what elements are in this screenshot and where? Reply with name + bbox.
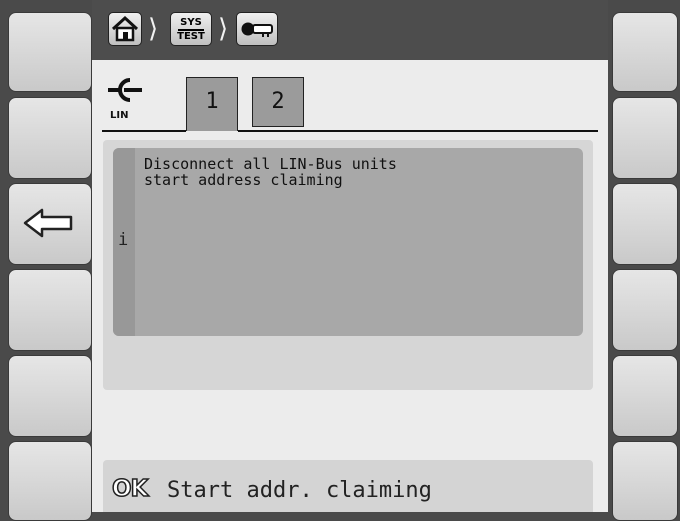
right-softkey-column bbox=[608, 0, 680, 521]
message-box: i Disconnect all LIN-Bus units start add… bbox=[113, 148, 583, 336]
left-softkey-column bbox=[0, 0, 92, 521]
lin-label: LIN bbox=[110, 110, 129, 121]
info-badge: i bbox=[118, 230, 129, 250]
tab-2[interactable]: 2 bbox=[252, 77, 304, 127]
tab-1[interactable]: 1 bbox=[186, 77, 238, 131]
sys-test-icon: SYS TEST bbox=[177, 17, 205, 42]
ok-action-bar[interactable]: OK Start addr. claiming bbox=[103, 460, 593, 512]
softkey-right-6[interactable] bbox=[612, 441, 678, 521]
breadcrumb: ⟩ SYS TEST ⟩ bbox=[92, 0, 608, 60]
breadcrumb-key[interactable] bbox=[236, 12, 278, 46]
softkey-left-1[interactable] bbox=[8, 12, 92, 92]
ok-icon: OK bbox=[111, 475, 149, 503]
arrow-left-icon bbox=[23, 208, 73, 238]
message-text: Disconnect all LIN-Bus units start addre… bbox=[144, 155, 397, 189]
softkey-right-5[interactable] bbox=[612, 355, 678, 437]
softkey-left-2[interactable] bbox=[8, 97, 92, 179]
softkey-left-6[interactable] bbox=[8, 441, 92, 521]
softkey-right-3[interactable] bbox=[612, 183, 678, 265]
breadcrumb-separator: ⟩ bbox=[148, 14, 159, 44]
softkey-right-4[interactable] bbox=[612, 269, 678, 351]
softkey-right-2[interactable] bbox=[612, 97, 678, 179]
lin-connector-icon bbox=[108, 78, 142, 102]
softkey-right-1[interactable] bbox=[612, 12, 678, 92]
breadcrumb-sys-test[interactable]: SYS TEST bbox=[170, 12, 212, 46]
softkey-left-3[interactable] bbox=[8, 183, 92, 265]
main-screen: ⟩ SYS TEST ⟩ LIN 1 2 i Disconnect all LI… bbox=[92, 0, 608, 512]
softkey-left-4[interactable] bbox=[8, 269, 92, 351]
breadcrumb-home[interactable] bbox=[108, 12, 142, 46]
home-icon bbox=[111, 15, 139, 42]
ok-action-label: Start addr. claiming bbox=[167, 478, 432, 503]
tab-bar: LIN 1 2 bbox=[92, 60, 608, 132]
tab-underline-right bbox=[238, 130, 598, 132]
tab-underline-left bbox=[102, 130, 186, 132]
breadcrumb-separator: ⟩ bbox=[218, 14, 229, 44]
softkey-left-5[interactable] bbox=[8, 355, 92, 437]
key-icon bbox=[241, 22, 273, 37]
